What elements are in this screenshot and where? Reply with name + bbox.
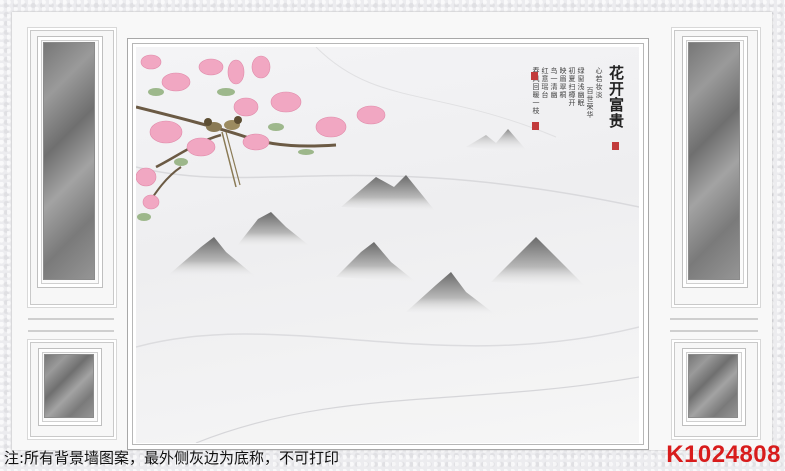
left-small-marble-inset xyxy=(44,354,94,418)
poem-line-5: 映眉翠桐 xyxy=(559,67,567,99)
title-seal xyxy=(612,142,619,150)
product-code: K1024808 xyxy=(666,441,781,468)
mountain-front xyxy=(406,272,496,315)
ink-landscape-illustration xyxy=(136,47,639,443)
magnolia-blossoms xyxy=(136,54,386,210)
poem-seal-2 xyxy=(532,122,539,130)
poem-line-3: 绿窗浅幽眠 xyxy=(577,67,585,107)
mountain-right xyxy=(491,237,586,287)
mural-title: 花开富贵 xyxy=(607,65,625,129)
poem-line-1: 心若妆淡 xyxy=(595,67,603,99)
poem-line-2: 百世荣华 xyxy=(586,87,594,119)
poem-line-6: 鸟一清幽 xyxy=(550,67,558,99)
mountain-mid-left xyxy=(236,212,311,247)
landscape-mural: 花开富贵 心若妆淡 百世荣华 绿窗浅幽眠 初夏扫樽开 映眉翠桐 鸟一清幽 红意瑶… xyxy=(136,47,639,443)
right-divider-rail xyxy=(670,318,758,320)
right-tall-marble-inset xyxy=(688,42,740,280)
left-tall-marble-inset xyxy=(43,42,95,280)
poem-line-7: 红意瑶台 xyxy=(541,67,549,99)
right-divider-rail-2 xyxy=(670,330,758,332)
mountain-center xyxy=(336,242,416,282)
mountain-back-center xyxy=(341,175,436,212)
mountain-far-right xyxy=(466,129,528,152)
right-small-marble-inset xyxy=(688,354,738,418)
left-divider-rail xyxy=(28,318,114,320)
printing-note: 注:所有背景墙图案，最外侧灰边为底称，不可打印 xyxy=(4,449,340,467)
poem-seal-1 xyxy=(531,72,538,80)
poem-line-4: 初夏扫樽开 xyxy=(568,67,576,107)
left-divider-rail-2 xyxy=(28,330,114,332)
